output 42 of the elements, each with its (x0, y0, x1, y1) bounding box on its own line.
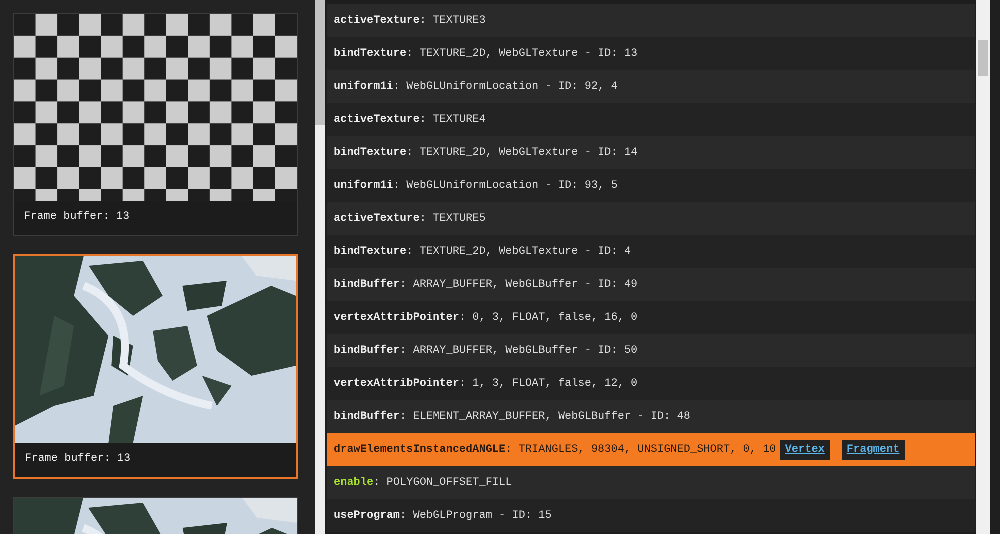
command-text: vertexAttribPointer: 0, 3, FLOAT, false, 16, 0 (334, 312, 638, 324)
shader-link[interactable]: Vertex (780, 440, 830, 460)
command-text: vertexAttribPointer: 1, 3, FLOAT, false, 12, 0 (334, 378, 638, 390)
scrollbar[interactable] (315, 0, 325, 534)
frame-card[interactable]: Frame buffer: 13 (13, 13, 298, 236)
frame-label: Frame buffer: 13 (23, 210, 131, 225)
command-row[interactable]: uniform1i: WebGLUniformLocation - ID: 93, 5 (327, 169, 975, 202)
command-text: useProgram: WebGLProgram - ID: 15 (334, 510, 552, 522)
command-row[interactable]: bindTexture: TEXTURE_2D, WebGLTexture - ID: 14 (327, 136, 975, 169)
command-row[interactable]: activeTexture: TEXTURE4 (327, 103, 975, 136)
command-text: bindTexture: TEXTURE_2D, WebGLTexture - ID: 13 (334, 48, 638, 60)
command-text: drawElementsInstancedANGLE: TRIANGLES, 98304, UNSIGNED_SHORT, 0, 10 (334, 444, 776, 456)
command-row[interactable]: bindTexture: TEXTURE_2D, WebGLTexture - ID: 4 (327, 235, 975, 268)
frame-card[interactable]: Frame buffer: 13 (13, 254, 298, 479)
command-text: uniform1i: WebGLUniformLocation - ID: 92, 4 (334, 80, 618, 92)
command-row[interactable]: vertexAttribPointer: 1, 3, FLOAT, false, 12, 0 (327, 367, 975, 400)
shader-link[interactable]: Fragment (842, 440, 905, 460)
command-text: bindTexture: TEXTURE_2D, WebGLTexture - ID: 4 (334, 246, 632, 258)
scrollbar[interactable] (976, 0, 990, 534)
command-text: activeTexture: TEXTURE3 (334, 14, 486, 26)
command-row[interactable]: uniform1i: WebGLUniformLocation - ID: 92, 4 (327, 70, 975, 103)
command-text: bindBuffer: ARRAY_BUFFER, WebGLBuffer - ID: 50 (334, 344, 638, 356)
command-row[interactable]: bindBuffer: ELEMENT_ARRAY_BUFFER, WebGLBuffer - ID: 48 (327, 400, 975, 433)
command-row[interactable]: activeTexture: TEXTURE3 (327, 4, 975, 37)
command-row[interactable]: vertexAttribPointer: 0, 3, FLOAT, false, 16, 0 (327, 301, 975, 334)
command-text: uniform1i: WebGLUniformLocation - ID: 93, 5 (334, 180, 618, 192)
command-row[interactable]: useProgram: WebGLProgram - ID: 15 (327, 499, 975, 532)
frame-label: Frame buffer: 13 (24, 452, 132, 467)
command-text: bindBuffer: ELEMENT_ARRAY_BUFFER, WebGLBuffer - ID: 48 (334, 410, 690, 422)
command-row[interactable]: drawElementsInstancedANGLE: TRIANGLES, 98304, UNSIGNED_SHORT, 0, 10 Vertex Fragment (327, 433, 975, 466)
command-row[interactable]: enable: POLYGON_OFFSET_FILL (327, 466, 975, 499)
command-row[interactable]: activeTexture: TEXTURE5 (327, 202, 975, 235)
scrollbar-thumb[interactable] (978, 40, 988, 76)
command-row[interactable]: bindBuffer: ARRAY_BUFFER, WebGLBuffer - ID: 50 (327, 334, 975, 367)
command-text: bindTexture: TEXTURE_2D, WebGLTexture - ID: 14 (334, 146, 638, 158)
command-text: bindBuffer: ARRAY_BUFFER, WebGLBuffer - ID: 49 (334, 278, 638, 290)
command-text: enable: POLYGON_OFFSET_FILL (334, 476, 512, 488)
command-text: activeTexture: TEXTURE5 (334, 212, 486, 224)
command-row[interactable]: bindBuffer: ARRAY_BUFFER, WebGLBuffer - ID: 49 (327, 268, 975, 301)
command-row[interactable]: bindTexture: TEXTURE_2D, WebGLTexture - ID: 13 (327, 37, 975, 70)
command-text: activeTexture: TEXTURE4 (334, 114, 486, 126)
scrollbar-thumb[interactable] (315, 0, 325, 125)
